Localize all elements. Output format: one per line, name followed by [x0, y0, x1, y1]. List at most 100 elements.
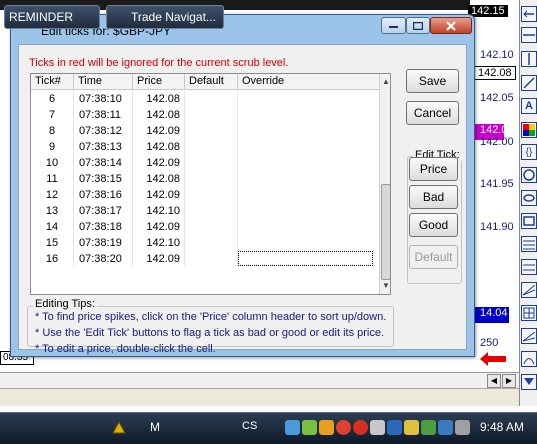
- cell-default[interactable]: [185, 187, 238, 203]
- table-row[interactable]: 6 07:38:10 142.08: [31, 91, 380, 107]
- cell-tick[interactable]: 11: [31, 171, 74, 187]
- scroll-right-icon[interactable]: ▶: [502, 374, 516, 388]
- cell-price[interactable]: 142.09: [133, 187, 185, 203]
- rectangle-tool-icon[interactable]: [521, 213, 537, 229]
- cell-tick[interactable]: 6: [31, 91, 74, 107]
- tray-app-icon[interactable]: [353, 420, 368, 435]
- cell-tick[interactable]: 13: [31, 203, 74, 219]
- tray-app-icon[interactable]: [387, 420, 402, 435]
- cell-time[interactable]: 07:38:20: [74, 251, 133, 267]
- cancel-button[interactable]: Cancel: [406, 101, 459, 125]
- tray-app-icon[interactable]: [336, 420, 351, 435]
- cell-time[interactable]: 07:38:13: [74, 139, 133, 155]
- channel-tool-icon[interactable]: [521, 259, 537, 275]
- cell-price[interactable]: 142.09: [133, 251, 185, 267]
- cell-tick[interactable]: 8: [31, 123, 74, 139]
- cell-price[interactable]: 142.09: [133, 155, 185, 171]
- default-button[interactable]: Default: [409, 245, 458, 269]
- tray-app-icon[interactable]: [404, 420, 419, 435]
- taskbar-item-trade-navigator[interactable]: Trade Navigat...: [106, 5, 224, 29]
- ellipse-tool-icon[interactable]: [521, 190, 537, 206]
- cell-price[interactable]: 142.08: [133, 139, 185, 155]
- cell-price[interactable]: 142.09: [133, 123, 185, 139]
- column-header-default[interactable]: Default: [185, 74, 238, 90]
- text-tool-icon[interactable]: A: [521, 98, 537, 114]
- vertical-line-tool-icon[interactable]: [521, 51, 537, 67]
- column-header-tick[interactable]: Tick#: [31, 74, 74, 90]
- language-indicator[interactable]: CS: [242, 420, 257, 432]
- tray-network-icon[interactable]: [285, 420, 300, 435]
- cell-default[interactable]: [185, 203, 238, 219]
- cell-default[interactable]: [185, 107, 238, 123]
- color-shapes-tool-icon[interactable]: [521, 122, 537, 138]
- table-row[interactable]: 7 07:38:11 142.08: [31, 107, 380, 123]
- table-row[interactable]: 10 07:38:14 142.09: [31, 155, 380, 171]
- cell-time[interactable]: 07:38:19: [74, 235, 133, 251]
- cell-override[interactable]: [238, 123, 380, 139]
- minimize-icon[interactable]: [381, 17, 406, 34]
- table-row[interactable]: 15 07:38:19 142.10: [31, 235, 380, 251]
- horizontal-line-tool-icon[interactable]: [521, 27, 537, 43]
- taskbar-item-reminder[interactable]: REMINDER: [4, 5, 100, 29]
- cell-time[interactable]: 07:38:16: [74, 187, 133, 203]
- fibonacci-tool-icon[interactable]: [521, 236, 537, 252]
- table-vertical-scrollbar[interactable]: ▲ ▼: [379, 74, 390, 294]
- arrow-left-tool-icon[interactable]: [521, 6, 537, 22]
- cell-tick[interactable]: 15: [31, 235, 74, 251]
- cell-tick[interactable]: 10: [31, 155, 74, 171]
- column-header-time[interactable]: Time: [74, 74, 133, 90]
- table-row[interactable]: 14 07:38:18 142.09: [31, 219, 380, 235]
- cell-price[interactable]: 142.08: [133, 107, 185, 123]
- cell-time[interactable]: 07:38:11: [74, 107, 133, 123]
- cell-override[interactable]: [238, 203, 380, 219]
- cell-time[interactable]: 07:38:17: [74, 203, 133, 219]
- close-icon[interactable]: [430, 17, 472, 34]
- gann-tool-icon[interactable]: [521, 282, 537, 298]
- cell-time[interactable]: 07:38:14: [74, 155, 133, 171]
- cell-time[interactable]: 07:38:15: [74, 171, 133, 187]
- save-button[interactable]: Save: [406, 69, 459, 93]
- brackets-tool-icon[interactable]: {}: [521, 144, 537, 160]
- cell-default[interactable]: [185, 155, 238, 171]
- cell-price[interactable]: 142.09: [133, 219, 185, 235]
- column-header-override[interactable]: Override: [238, 74, 380, 90]
- cell-override[interactable]: [238, 219, 380, 235]
- cell-default[interactable]: [185, 123, 238, 139]
- cell-override[interactable]: [238, 91, 380, 107]
- cell-time[interactable]: 07:38:12: [74, 123, 133, 139]
- tray-app-icon[interactable]: [302, 420, 317, 435]
- bad-button[interactable]: Bad: [409, 185, 458, 209]
- cell-default[interactable]: [185, 251, 238, 267]
- table-row[interactable]: 13 07:38:17 142.10: [31, 203, 380, 219]
- maximize-icon[interactable]: [406, 17, 430, 34]
- scroll-left-icon[interactable]: ◀: [487, 374, 501, 388]
- scrollbar-thumb[interactable]: [381, 184, 390, 280]
- cycle-tool-icon[interactable]: [521, 351, 537, 367]
- cell-default[interactable]: [185, 219, 238, 235]
- cell-override[interactable]: [238, 187, 380, 203]
- chart-horizontal-scrollbar[interactable]: ◀ ▶: [0, 372, 519, 388]
- cell-tick[interactable]: 14: [31, 219, 74, 235]
- table-row[interactable]: 11 07:38:15 142.08: [31, 171, 380, 187]
- red-arrow-icon[interactable]: [480, 352, 506, 366]
- cell-time[interactable]: 07:38:18: [74, 219, 133, 235]
- tray-app-icon[interactable]: [370, 420, 385, 435]
- circle-tool-icon[interactable]: [521, 167, 537, 183]
- table-row[interactable]: 12 07:38:16 142.09: [31, 187, 380, 203]
- cell-time[interactable]: 07:38:10: [74, 91, 133, 107]
- column-header-price[interactable]: Price: [133, 74, 185, 90]
- cell-tick[interactable]: 7: [31, 107, 74, 123]
- pitchfork-tool-icon[interactable]: [521, 328, 537, 344]
- trendline-tool-icon[interactable]: [521, 75, 537, 91]
- scroll-down-icon[interactable]: ▼: [380, 279, 390, 293]
- cell-price[interactable]: 142.10: [133, 203, 185, 219]
- cell-override[interactable]: [238, 107, 380, 123]
- cell-default[interactable]: [185, 235, 238, 251]
- ticks-table[interactable]: Tick# Time Price Default Override 6 07:38…: [30, 73, 391, 295]
- cell-override[interactable]: [238, 139, 380, 155]
- cell-default[interactable]: [185, 171, 238, 187]
- cell-default[interactable]: [185, 139, 238, 155]
- taskbar-clock[interactable]: 9:48 AM: [480, 420, 524, 434]
- table-row[interactable]: 16 07:38:20 142.09: [31, 251, 380, 267]
- cell-tick[interactable]: 9: [31, 139, 74, 155]
